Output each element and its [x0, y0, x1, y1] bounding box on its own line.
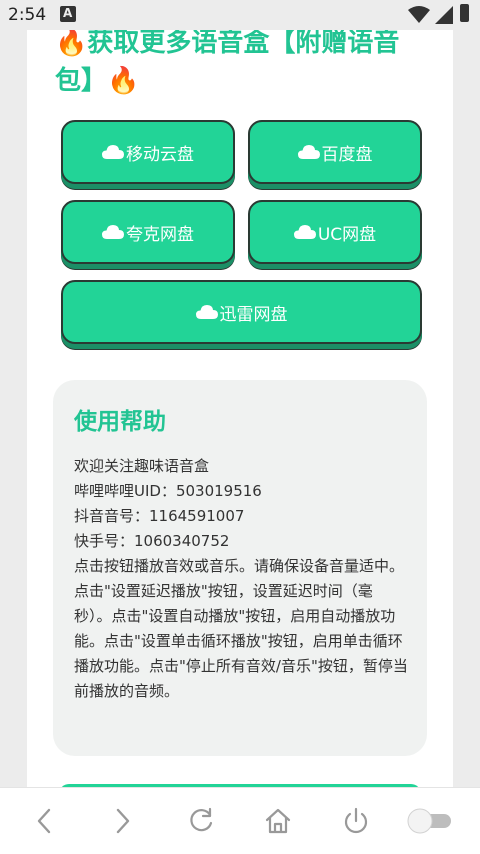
cloud-icon [102, 225, 124, 239]
help-panel: 使用帮助 欢迎关注趣味语音盒 哔哩哔哩UID：503019516 抖音音号：11… [53, 380, 427, 756]
button-quark[interactable]: 夸克网盘 [61, 200, 235, 264]
help-line: 欢迎关注趣味语音盒 [74, 457, 210, 475]
button-label: 迅雷网盘 [219, 304, 288, 325]
button-label: 百度盘 [321, 144, 373, 165]
button-uc[interactable]: UC网盘 [248, 200, 422, 264]
page-title: 🔥获取更多语音盒【附赠语音包】🔥 [55, 30, 400, 96]
help-body: 欢迎关注趣味语音盒 哔哩哔哩UID：503019516 抖音音号：1164591… [74, 454, 410, 704]
battery-icon [460, 4, 469, 22]
help-heading: 使用帮助 [74, 409, 166, 435]
notification-icon [60, 6, 76, 22]
forward-icon[interactable] [107, 806, 137, 836]
refresh-icon[interactable] [186, 806, 216, 836]
help-line: 快手号：1060340752 [74, 532, 230, 550]
help-instructions: 点击按钮播放音效或音乐。请确保设备音量适中。点击"设置延迟播放"按钮，设置延迟时… [74, 557, 408, 700]
browser-nav-bar [0, 787, 480, 854]
button-mobile-cloud[interactable]: 移动云盘 [61, 120, 235, 184]
wifi-icon [408, 6, 430, 23]
home-icon[interactable] [263, 806, 293, 836]
cloud-icon [195, 305, 218, 319]
cloud-icon [297, 145, 320, 159]
back-icon[interactable] [30, 806, 60, 836]
button-label: UC网盘 [317, 224, 377, 245]
button-label: 夸克网盘 [126, 224, 194, 245]
help-line: 哔哩哔哩UID：503019516 [74, 482, 262, 500]
cloud-icon [102, 145, 124, 159]
web-page: 🔥获取更多语音盒【附赠语音包】🔥 移动云盘 百度盘 夸克网盘 UC网盘 迅雷网盘… [27, 30, 453, 787]
status-time: 2:54 [8, 5, 47, 25]
signal-icon [435, 6, 453, 24]
button-baidu[interactable]: 百度盘 [248, 120, 422, 184]
toggle-switch[interactable] [407, 808, 453, 834]
button-label: 移动云盘 [126, 144, 194, 165]
status-bar: 2:54 [0, 0, 480, 30]
cloud-icon [293, 225, 316, 239]
button-xunlei[interactable]: 迅雷网盘 [61, 280, 422, 344]
power-icon[interactable] [341, 806, 371, 836]
help-line: 抖音音号：1164591007 [74, 507, 245, 525]
